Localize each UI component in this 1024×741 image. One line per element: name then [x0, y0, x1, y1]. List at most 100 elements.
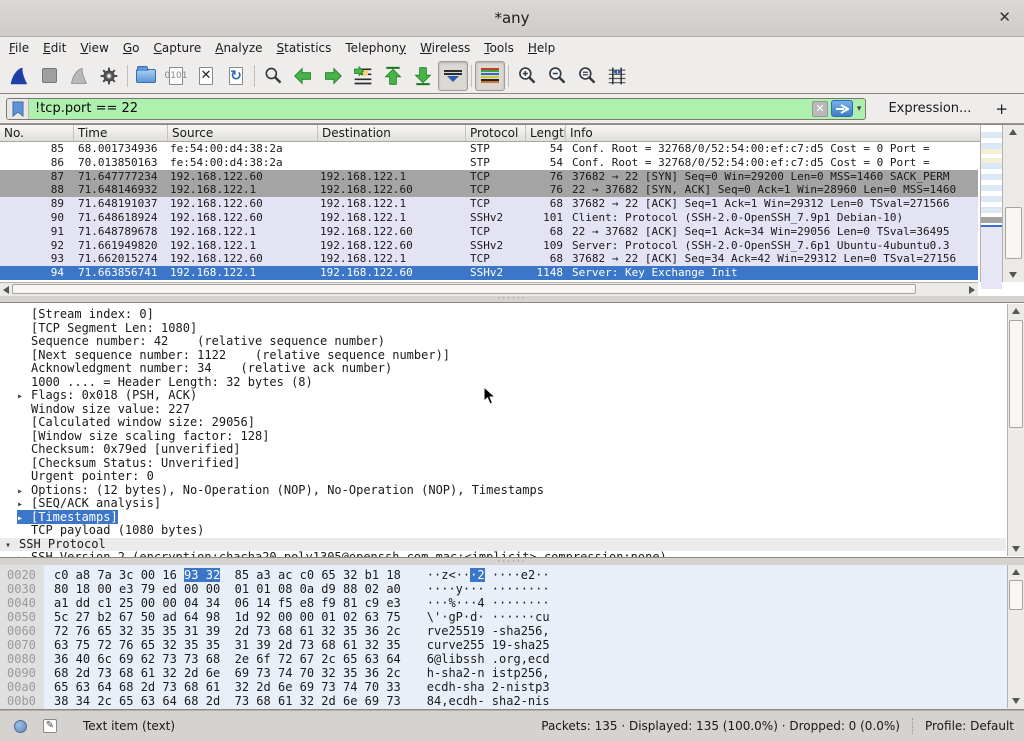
restart-capture-button[interactable]: [64, 61, 94, 91]
filter-history-dropdown-icon[interactable]: ▾: [855, 104, 866, 114]
column-header-no[interactable]: No.: [0, 125, 74, 141]
scroll-down-icon[interactable]: [1012, 698, 1020, 704]
hex-row-00a0[interactable]: 00a065 63 64 68 2d 73 68 61 32 2d 6e 69 …: [0, 680, 1006, 694]
scroll-thumb[interactable]: [12, 284, 916, 294]
detail-line[interactable]: Acknowledgment number: 34 (relative ack …: [0, 362, 1006, 376]
scroll-thumb[interactable]: [1005, 207, 1022, 259]
detail-line[interactable]: Urgent pointer: 0: [0, 470, 1006, 484]
capture-comment-icon[interactable]: ✎: [43, 719, 57, 733]
profile-label[interactable]: Profile: Default: [925, 719, 1014, 733]
detail-line[interactable]: ▸[Timestamps]: [0, 511, 1006, 525]
expression-button[interactable]: Expression...: [878, 101, 981, 116]
packet-row-87[interactable]: 8771.647777234192.168.122.60192.168.122.…: [0, 170, 978, 184]
menu-item-analyze[interactable]: Analyze: [208, 39, 269, 57]
packet-row-91[interactable]: 9171.648789678192.168.122.1192.168.122.6…: [0, 225, 978, 239]
menu-item-tools[interactable]: Tools: [477, 39, 521, 57]
go-first-button[interactable]: [378, 61, 408, 91]
close-icon[interactable]: ✕: [998, 8, 1011, 26]
zoom-out-button[interactable]: [542, 61, 572, 91]
go-last-button[interactable]: [408, 61, 438, 91]
hex-vscrollbar[interactable]: [1007, 565, 1024, 708]
packet-list-hscrollbar[interactable]: [0, 282, 978, 296]
hex-row-0060[interactable]: 006072 76 65 32 35 35 31 39 2d 73 68 61 …: [0, 624, 1006, 638]
detail-line[interactable]: [Next sequence number: 1122 (relative se…: [0, 349, 1006, 363]
colorize-button[interactable]: [475, 61, 505, 91]
detail-line[interactable]: ▸Flags: 0x018 (PSH, ACK): [0, 389, 1006, 403]
hex-row-0090[interactable]: 009068 2d 73 68 61 32 2d 6e 69 73 74 70 …: [0, 666, 1006, 680]
packet-row-86[interactable]: 8670.013850163fe:54:00:d4:38:2aSTP54Conf…: [0, 156, 978, 170]
pane-splitter[interactable]: ······: [0, 558, 1024, 565]
packet-row-92[interactable]: 9271.661949820192.168.122.1192.168.122.6…: [0, 239, 978, 253]
scroll-down-icon[interactable]: [1012, 546, 1020, 552]
scroll-up-icon[interactable]: [1012, 569, 1020, 575]
scroll-thumb[interactable]: [1009, 320, 1023, 428]
column-header-destination[interactable]: Destination: [318, 125, 466, 141]
zoom-original-button[interactable]: [572, 61, 602, 91]
menu-item-file[interactable]: File: [2, 39, 36, 57]
packet-list-minimap[interactable]: [980, 125, 1002, 282]
detail-line[interactable]: ▾SSH Protocol: [0, 538, 1006, 552]
start-capture-button[interactable]: [4, 61, 34, 91]
menu-item-view[interactable]: View: [73, 39, 115, 57]
expert-info-icon[interactable]: [14, 720, 27, 733]
detail-line[interactable]: 1000 .... = Header Length: 32 bytes (8): [0, 376, 1006, 390]
go-back-button[interactable]: [288, 61, 318, 91]
detail-line[interactable]: [Checksum Status: Unverified]: [0, 457, 1006, 471]
scroll-left-icon[interactable]: [3, 286, 9, 294]
close-file-button[interactable]: ✕: [191, 61, 221, 91]
go-to-packet-button[interactable]: [348, 61, 378, 91]
scroll-down-icon[interactable]: [1009, 272, 1017, 278]
packet-list-vscrollbar[interactable]: [1002, 125, 1024, 282]
detail-line[interactable]: TCP payload (1080 bytes): [0, 524, 1006, 538]
find-packet-button[interactable]: [258, 61, 288, 91]
column-header-time[interactable]: Time: [74, 125, 168, 141]
packet-row-85[interactable]: 8568.001734936fe:54:00:d4:38:2aSTP54Conf…: [0, 142, 978, 156]
column-header-length[interactable]: Length: [526, 125, 566, 141]
detail-line[interactable]: ▸Options: (12 bytes), No-Operation (NOP)…: [0, 484, 1006, 498]
scroll-up-icon[interactable]: [1009, 129, 1017, 135]
resize-columns-button[interactable]: [602, 61, 632, 91]
detail-line[interactable]: ▸[SEQ/ACK analysis]: [0, 497, 1006, 511]
go-forward-button[interactable]: [318, 61, 348, 91]
scroll-thumb[interactable]: [1009, 580, 1023, 610]
detail-line[interactable]: Window size value: 227: [0, 403, 1006, 417]
hex-row-0070[interactable]: 007063 75 72 76 65 32 35 35 31 39 2d 73 …: [0, 638, 1006, 652]
zoom-in-button[interactable]: [512, 61, 542, 91]
clear-filter-icon[interactable]: ✕: [812, 101, 828, 117]
stop-capture-button[interactable]: [34, 61, 64, 91]
packet-row-94[interactable]: 9471.663856741192.168.122.1192.168.122.6…: [0, 266, 978, 280]
packet-row-90[interactable]: 9071.648618924192.168.122.60192.168.122.…: [0, 211, 978, 225]
hex-row-00b0[interactable]: 00b038 34 2c 65 63 64 68 2d 73 68 61 32 …: [0, 694, 1006, 708]
hex-row-0030[interactable]: 003080 18 00 e3 79 ed 00 00 01 01 08 0a …: [0, 582, 1006, 596]
add-filter-button[interactable]: +: [981, 100, 1016, 118]
packet-row-88[interactable]: 8871.648146932192.168.122.1192.168.122.6…: [0, 183, 978, 197]
menu-item-capture[interactable]: Capture: [146, 39, 208, 57]
detail-line[interactable]: Sequence number: 42 (relative sequence n…: [0, 335, 1006, 349]
apply-filter-icon[interactable]: [831, 100, 853, 117]
detail-line[interactable]: [Window size scaling factor: 128]: [0, 430, 1006, 444]
column-header-source[interactable]: Source: [168, 125, 318, 141]
column-header-info[interactable]: Info: [566, 125, 1024, 141]
menu-item-wireless[interactable]: Wireless: [413, 39, 477, 57]
hex-row-0050[interactable]: 00505c 27 b2 67 50 ad 64 98 1d 92 00 00 …: [0, 610, 1006, 624]
bookmark-icon[interactable]: [7, 99, 29, 119]
scroll-up-icon[interactable]: [1012, 308, 1020, 314]
detail-line[interactable]: [Calculated window size: 29056]: [0, 416, 1006, 430]
capture-options-button[interactable]: [94, 61, 124, 91]
detail-line[interactable]: Checksum: 0x79ed [unverified]: [0, 443, 1006, 457]
packet-row-89[interactable]: 8971.648191037192.168.122.60192.168.122.…: [0, 197, 978, 211]
menu-item-go[interactable]: Go: [116, 39, 147, 57]
menu-item-telephony[interactable]: Telephony: [338, 39, 413, 57]
hex-row-0040[interactable]: 0040a1 dd c1 25 00 00 04 34 06 14 f5 e8 …: [0, 596, 1006, 610]
filter-input[interactable]: [29, 101, 812, 116]
titlebar[interactable]: *any ✕: [0, 0, 1024, 37]
packet-row-93[interactable]: 9371.662015274192.168.122.60192.168.122.…: [0, 252, 978, 266]
menu-item-statistics[interactable]: Statistics: [270, 39, 339, 57]
hex-row-0080[interactable]: 008036 40 6c 69 62 73 73 68 2e 6f 72 67 …: [0, 652, 1006, 666]
auto-scroll-button[interactable]: [438, 61, 468, 91]
reload-file-button[interactable]: ↻: [221, 61, 251, 91]
hex-row-0020[interactable]: 0020c0 a8 7a 3c 00 16 93 32 85 a3 ac c0 …: [0, 568, 1006, 582]
menu-item-edit[interactable]: Edit: [36, 39, 73, 57]
column-header-protocol[interactable]: Protocol: [466, 125, 526, 141]
detail-line[interactable]: [Stream index: 0]: [0, 308, 1006, 322]
